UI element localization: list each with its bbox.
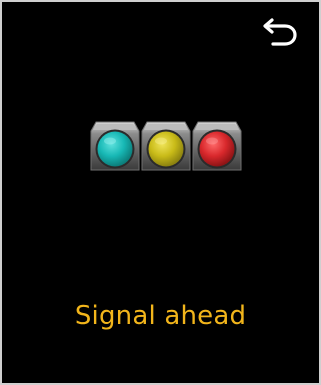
signal-ahead-label: Signal ahead — [74, 301, 247, 331]
signal-screen: Signal ahead — [0, 0, 321, 385]
traffic-light-yellow-icon — [139, 118, 193, 176]
back-button[interactable] — [261, 14, 301, 48]
traffic-light-red-icon — [190, 118, 244, 176]
traffic-light-green-icon — [88, 118, 142, 176]
traffic-signal-cluster — [86, 118, 246, 176]
back-arrow-icon — [263, 16, 299, 46]
